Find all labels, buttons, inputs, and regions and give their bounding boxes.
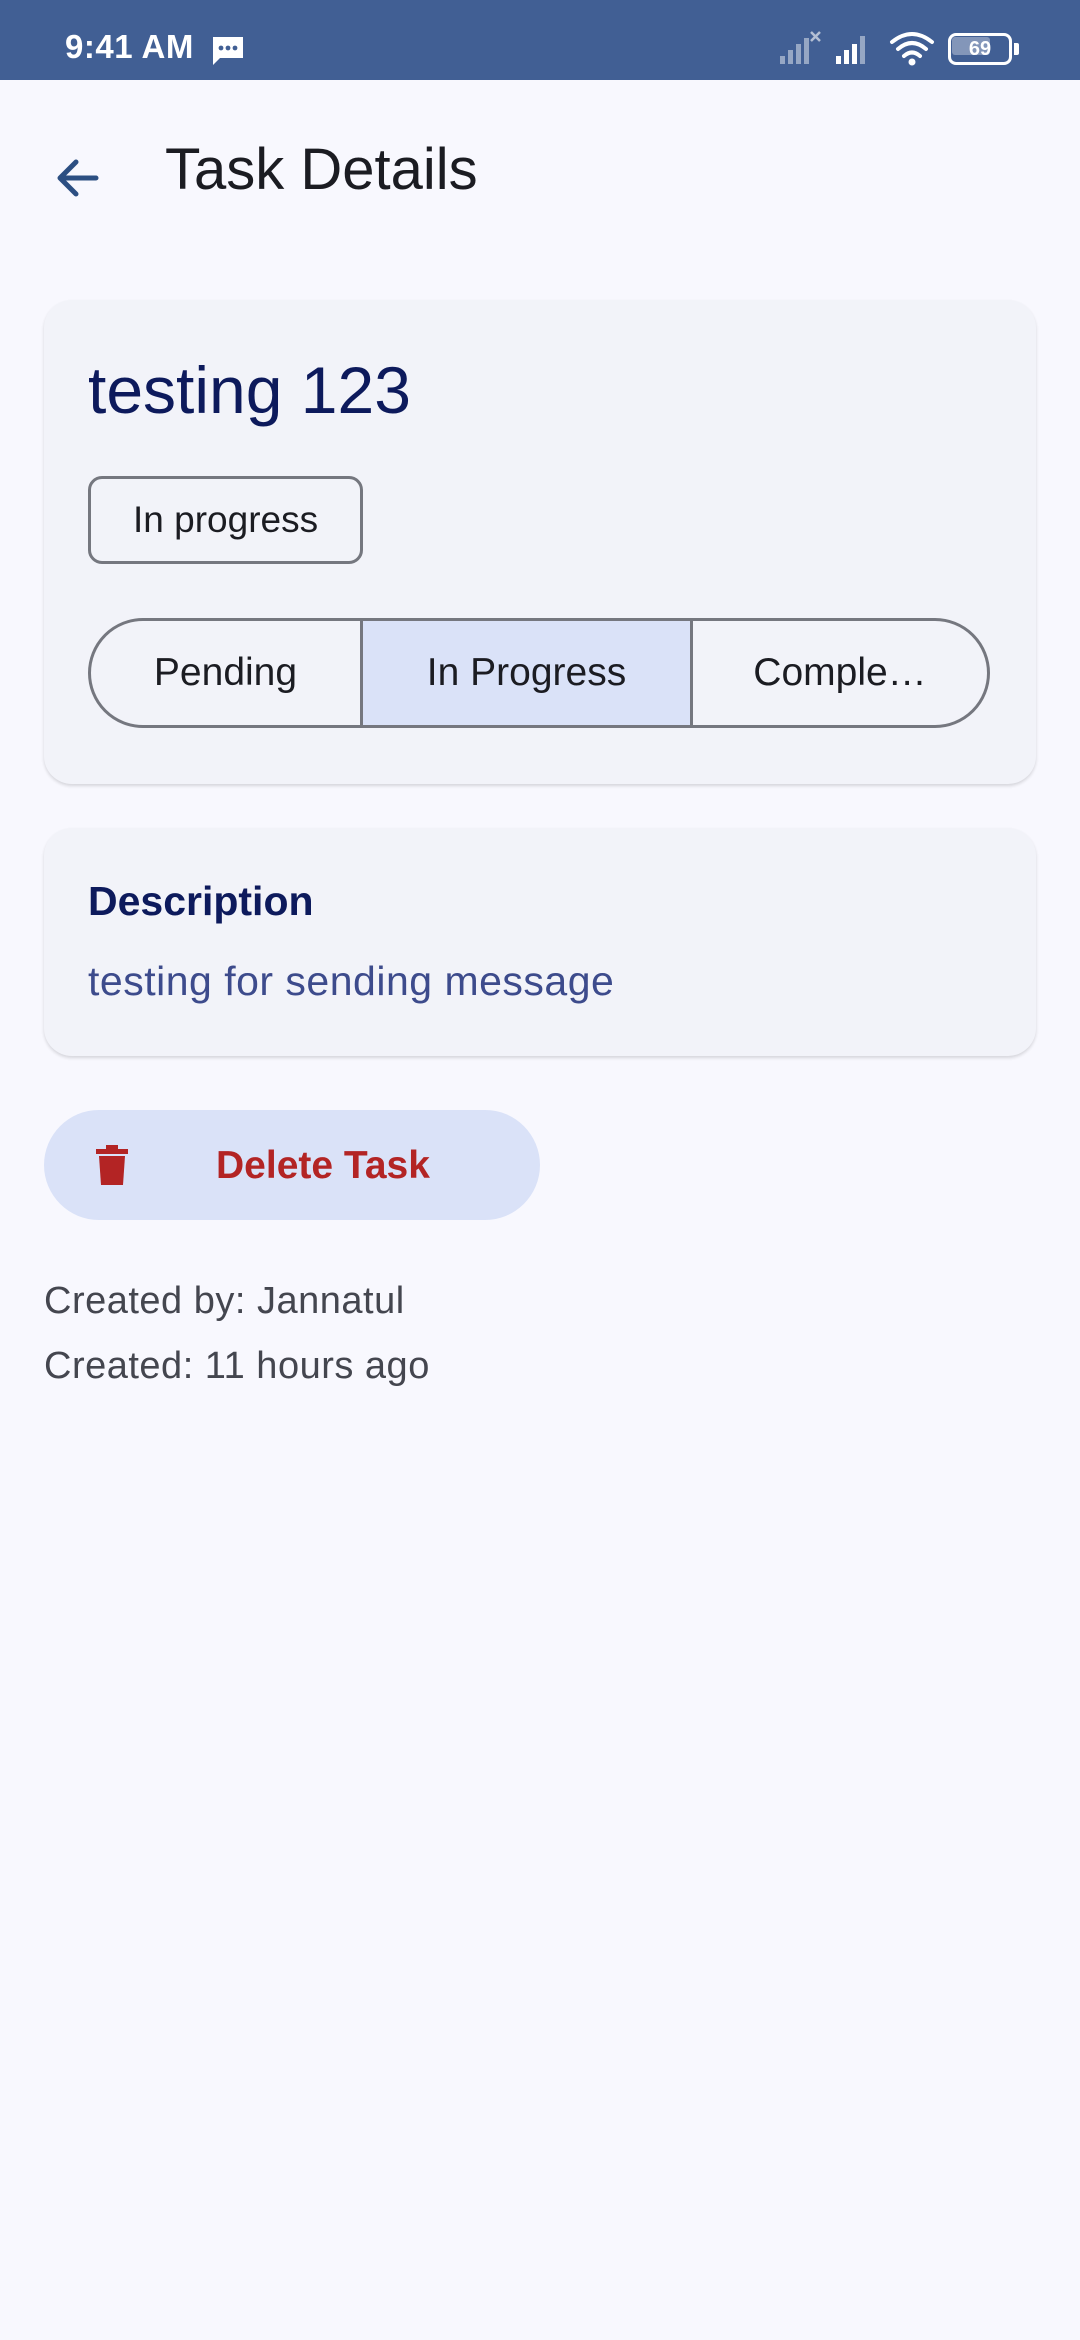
description-heading: Description [88,878,314,924]
task-title: testing 123 [88,353,411,427]
status-option-in-progress[interactable]: In Progress [363,621,693,725]
battery-tip [1014,43,1019,55]
back-button[interactable] [30,130,126,226]
battery-icon: 69 [948,33,1020,65]
trash-icon [96,1145,128,1185]
status-option-pending[interactable]: Pending [91,621,363,725]
status-chip-label: In progress [133,499,319,540]
status-option-label: Comple… [753,651,927,694]
status-segmented-control: Pending In Progress Comple… [88,618,990,728]
status-option-label: In Progress [426,651,627,694]
delete-task-button[interactable]: Delete Task [44,1110,540,1220]
signal-icon [836,36,865,64]
status-chip: In progress [88,476,364,564]
description-card: Description testing for sending message [44,828,1036,1056]
status-option-label: Pending [153,651,298,694]
status-option-completed[interactable]: Comple… [693,621,987,725]
arrow-back-icon [57,159,99,197]
page-title: Task Details [165,137,478,202]
task-card: testing 123 In progress Pending In Progr… [44,300,1036,784]
top-app-bar: Task Details [0,80,1080,260]
description-text: testing for sending message [88,958,615,1004]
status-bar: 9:41 AM 69 [0,0,1080,80]
wifi-icon [890,32,934,66]
message-icon [213,37,243,65]
created-by-text: Created by: Jannatul [44,1280,405,1322]
battery-level: 69 [968,38,992,60]
status-time: 9:41 AM [65,28,194,65]
signal-no-service-icon [780,31,821,64]
created-at-text: Created: 11 hours ago [44,1345,430,1387]
delete-task-label: Delete Task [216,1144,430,1187]
